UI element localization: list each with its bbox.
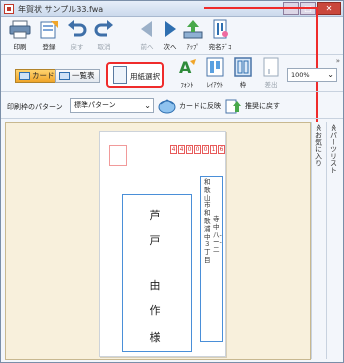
side-panel: ≪お気に入り ≪パーツリスト — [311, 122, 343, 360]
frame-icon — [232, 57, 254, 77]
paper-select-button[interactable]: 用紙選択 — [106, 62, 164, 88]
pattern-row: 印刷枠のパターン 標準パターン ⌄ カードに反映 推奨に戻す — [1, 93, 343, 119]
address-line-2: 寺中八‐ー‐二 — [213, 215, 222, 255]
name-char: 様 — [149, 331, 161, 344]
view-toolbar: カード 一覧表 用紙選択 A ﾌｫﾝﾄ ﾚｲｱｳﾄ 枠 差出 100% ⌄ » — [1, 56, 343, 92]
frame-button[interactable]: 枠 — [228, 57, 258, 91]
recommend-icon — [224, 98, 242, 114]
parts-list-tab[interactable]: ≪パーツリスト — [326, 122, 340, 359]
postal-digit[interactable]: 6 — [218, 145, 225, 154]
chevron-down-icon: ⌄ — [327, 70, 334, 79]
redo-icon — [93, 19, 115, 39]
app-icon — [4, 4, 14, 14]
pattern-label: 印刷枠のパターン — [7, 103, 63, 111]
register-button[interactable]: 登録 — [34, 19, 64, 53]
card-tab[interactable]: カード — [15, 69, 60, 83]
sender-icon — [260, 57, 282, 77]
layout-icon — [204, 57, 226, 77]
name-char: 作 — [149, 304, 161, 317]
name-char: 戸 — [149, 234, 161, 247]
undo-icon — [66, 19, 88, 39]
paper-icon — [113, 66, 127, 84]
list-icon — [59, 72, 70, 80]
address-deco-icon — [209, 19, 231, 39]
reset-recommended-button[interactable]: 推奨に戻す — [224, 97, 280, 115]
layout-button[interactable]: ﾚｲｱｳﾄ — [200, 57, 230, 91]
callout-line — [204, 7, 318, 9]
window-title: 年賀状 サンプル33.fwa — [18, 5, 104, 14]
font-button[interactable]: A ﾌｫﾝﾄ — [172, 57, 202, 91]
upload-icon — [182, 19, 204, 39]
name-char: 芦 — [149, 209, 161, 222]
stamp-frame — [109, 145, 127, 166]
postal-digit[interactable]: 1 — [210, 145, 217, 154]
upload-button[interactable]: ｱｯﾌﾟ — [178, 19, 208, 53]
title-bar: 年賀状 サンプル33.fwa — □ ✕ — [1, 1, 343, 17]
reflect-icon — [158, 98, 176, 114]
close-button[interactable]: ✕ — [317, 2, 341, 15]
postal-digit[interactable]: 4 — [178, 145, 185, 154]
sender-button[interactable]: 差出 — [256, 57, 286, 91]
name-char: 由 — [149, 279, 161, 292]
print-button[interactable]: 印刷 — [5, 19, 35, 53]
postal-digit[interactable]: 0 — [202, 145, 209, 154]
address-line-1: 和歌山市和歌浦中３丁目 — [204, 178, 211, 264]
app-window: 年賀状 サンプル33.fwa — □ ✕ 印刷 登録 戻す — [0, 0, 344, 363]
postcard: 4 4 0 0 0 1 6 和歌山市和歌浦中３丁目 寺中八‐ー‐二 芦 戸 由 … — [99, 131, 226, 357]
chevron-down-icon: ⌄ — [144, 101, 151, 110]
card-canvas: 4 4 0 0 0 1 6 和歌山市和歌浦中３丁目 寺中八‐ー‐二 芦 戸 由 … — [5, 122, 311, 360]
zoom-select[interactable]: 100% ⌄ — [287, 68, 337, 82]
collapse-icon[interactable]: » — [336, 57, 340, 65]
postal-digit[interactable]: 0 — [186, 145, 193, 154]
svg-text:A: A — [179, 58, 192, 77]
register-icon — [38, 19, 60, 39]
favorites-tab[interactable]: ≪お気に入り — [311, 122, 325, 359]
postal-code: 4 4 0 0 0 1 6 — [170, 145, 226, 154]
address-deco-button[interactable]: 宛名ﾃﾞｺ — [205, 19, 235, 53]
main-toolbar: 印刷 登録 戻す 取消 前へ 次へ ｱｯﾌﾟ 宛名ﾃﾞｺ — [1, 17, 343, 55]
card-icon — [19, 72, 30, 80]
undo-button[interactable]: 戻す — [62, 19, 92, 53]
reflect-to-card-button[interactable]: カードに反映 — [158, 97, 221, 115]
postal-digit[interactable]: 4 — [170, 145, 177, 154]
printer-icon — [9, 19, 31, 39]
font-icon: A — [176, 57, 198, 77]
list-tab[interactable]: 一覧表 — [55, 69, 100, 83]
pattern-select[interactable]: 標準パターン ⌄ — [70, 98, 154, 113]
redo-button[interactable]: 取消 — [89, 19, 119, 53]
postal-digit[interactable]: 0 — [194, 145, 201, 154]
